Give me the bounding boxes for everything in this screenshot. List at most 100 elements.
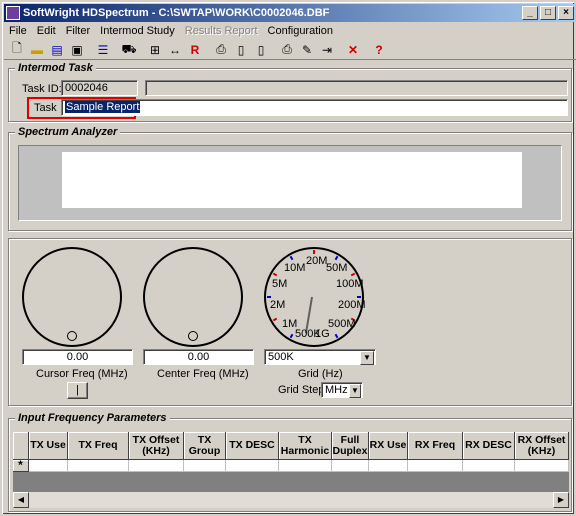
col-tx-group[interactable]: TX Group	[184, 432, 226, 460]
cursor-dial-knob[interactable]	[67, 331, 77, 341]
menu-configuration[interactable]: Configuration	[263, 25, 338, 37]
grid-dropdown-arrow-icon[interactable]: ▼	[360, 351, 374, 365]
new-row-cell[interactable]	[369, 460, 408, 472]
col-rx-offset[interactable]: RX Offset (KHz)	[515, 432, 569, 460]
task-id-extra-field	[145, 80, 568, 96]
col-tx-freq[interactable]: TX Freq	[68, 432, 129, 460]
spectrum-analyzer-title: Spectrum Analyzer	[15, 126, 121, 138]
cursor-freq-label: Cursor Freq (MHz)	[36, 368, 128, 380]
grid-select-value: 500K	[268, 351, 294, 363]
close-button[interactable]: ×	[558, 6, 574, 20]
center-freq-field[interactable]: 0.00	[143, 349, 254, 365]
new-row-cell[interactable]	[129, 460, 184, 472]
delete-icon[interactable]: ✕	[344, 41, 362, 59]
page-icon[interactable]: ▯	[252, 41, 270, 59]
document-icon[interactable]: ▯	[232, 41, 250, 59]
new-row-cell[interactable]	[184, 460, 226, 472]
task-name-selection: Sample Report	[65, 101, 141, 113]
grid-select[interactable]: 500K ▼	[264, 349, 376, 365]
dial-mark-20m: 20M	[306, 255, 328, 267]
row-selector-header	[13, 432, 29, 460]
grid-step-value: MHz	[325, 384, 348, 396]
dial-tick	[334, 255, 339, 261]
report-r-icon[interactable]: R	[186, 41, 204, 59]
list-icon[interactable]: ☰	[94, 41, 112, 59]
new-row-cell[interactable]	[279, 460, 332, 472]
task-id-label: Task ID:	[22, 83, 62, 95]
new-row-cell[interactable]	[226, 460, 279, 472]
save-icon[interactable]: ▣	[68, 41, 86, 59]
dial-tick	[289, 333, 294, 339]
menu-intermod-study[interactable]: Intermod Study	[95, 25, 180, 37]
new-row-cell[interactable]	[463, 460, 515, 472]
col-tx-desc[interactable]: TX DESC	[226, 432, 279, 460]
new-file-icon[interactable]: 🗋	[8, 41, 26, 59]
new-row-marker[interactable]: *	[13, 459, 29, 472]
dial-mark-100m: 100M	[336, 278, 364, 290]
grid-step-dropdown-arrow-icon[interactable]: ▼	[349, 384, 361, 398]
app-icon	[6, 6, 20, 20]
scroll-left-icon[interactable]: ◀	[13, 492, 29, 508]
cursor-freq-dial[interactable]	[22, 247, 122, 347]
col-tx-harmonic[interactable]: TX Harmonic	[279, 432, 332, 460]
new-row-cell[interactable]	[29, 460, 68, 472]
col-tx-offset[interactable]: TX Offset (KHz)	[129, 432, 184, 460]
task-label: Task	[34, 102, 57, 114]
cursor-freq-field[interactable]: 0.00	[22, 349, 133, 365]
menu-bar: File Edit Filter Intermod Study Results …	[4, 22, 576, 40]
new-row-cell[interactable]	[515, 460, 569, 472]
dial-tick	[272, 317, 278, 322]
window-title: SoftWright HDSpectrum - C:\SWTAP\WORK\C0…	[23, 7, 330, 19]
open-db-icon[interactable]: ▤	[48, 41, 66, 59]
dial-tick	[272, 272, 278, 277]
printer-icon[interactable]: ⎙	[278, 41, 296, 59]
intermod-task-title: Intermod Task	[15, 62, 96, 74]
center-freq-dial[interactable]	[143, 247, 243, 347]
grid-label: Grid (Hz)	[298, 368, 343, 380]
minimize-button[interactable]: _	[522, 6, 538, 20]
dial-tick	[334, 333, 339, 339]
edit-icon[interactable]: ✎	[298, 41, 316, 59]
col-full-duplex[interactable]: Full Duplex	[332, 432, 369, 460]
menu-edit[interactable]: Edit	[32, 25, 61, 37]
col-rx-desc[interactable]: RX DESC	[463, 432, 515, 460]
input-params-grid: TX Use TX Freq TX Offset (KHz) TX Group …	[13, 432, 569, 508]
new-row-cell[interactable]	[68, 460, 129, 472]
col-rx-freq[interactable]: RX Freq	[408, 432, 463, 460]
dial-mark-2m: 2M	[270, 299, 286, 311]
insert-icon[interactable]: ⊞	[146, 41, 164, 59]
center-dial-knob[interactable]	[188, 331, 198, 341]
dial-mark-1g: 1G	[315, 328, 330, 340]
spectrum-display[interactable]	[62, 152, 522, 208]
new-row-cell[interactable]	[408, 460, 463, 472]
export-icon[interactable]: ⇥	[318, 41, 336, 59]
horizontal-scrollbar[interactable]: ◀ ▶	[13, 492, 569, 508]
dial-tick	[350, 272, 356, 277]
dial-mark-50m: 50M	[326, 262, 348, 274]
new-row-cell[interactable]	[332, 460, 369, 472]
col-tx-use[interactable]: TX Use	[29, 432, 68, 460]
input-params-title: Input Frequency Parameters	[15, 412, 170, 424]
help-icon[interactable]: ?	[370, 41, 388, 59]
maximize-button[interactable]: □	[540, 6, 556, 20]
dial-mark-5m: 5M	[272, 278, 288, 290]
col-rx-use[interactable]: RX Use	[369, 432, 408, 460]
stamp-icon[interactable]: ⛟	[120, 41, 138, 59]
dial-tick	[289, 255, 294, 261]
app-window: SoftWright HDSpectrum - C:\SWTAP\WORK\C0…	[0, 0, 576, 516]
menu-filter[interactable]: Filter	[61, 25, 95, 37]
resize-icon[interactable]: ↔	[166, 41, 184, 59]
open-folder-icon[interactable]: ▬	[28, 41, 46, 59]
menu-results-report[interactable]: Results Report	[180, 25, 263, 37]
toolbar: 🗋 ▬ ▤ ▣ ☰ ⛟ ⊞ ↔ R ⎙ ▯ ▯ ⎙ ✎ ⇥ ✕ ?	[4, 40, 576, 60]
task-name-input[interactable]: Sample Report	[61, 99, 568, 116]
grid-step-select[interactable]: MHz ▼	[321, 382, 363, 398]
dial-mark-500m: 500M	[328, 318, 356, 330]
scroll-right-icon[interactable]: ▶	[553, 492, 569, 508]
cursor-marker-button[interactable]: |	[67, 382, 88, 399]
print-preview-icon[interactable]: ⎙	[212, 41, 230, 59]
menu-file[interactable]: File	[4, 25, 32, 37]
grid-step-label: Grid Step	[278, 384, 325, 396]
dial-mark-10m: 10M	[284, 262, 306, 274]
center-freq-label: Center Freq (MHz)	[157, 368, 249, 380]
